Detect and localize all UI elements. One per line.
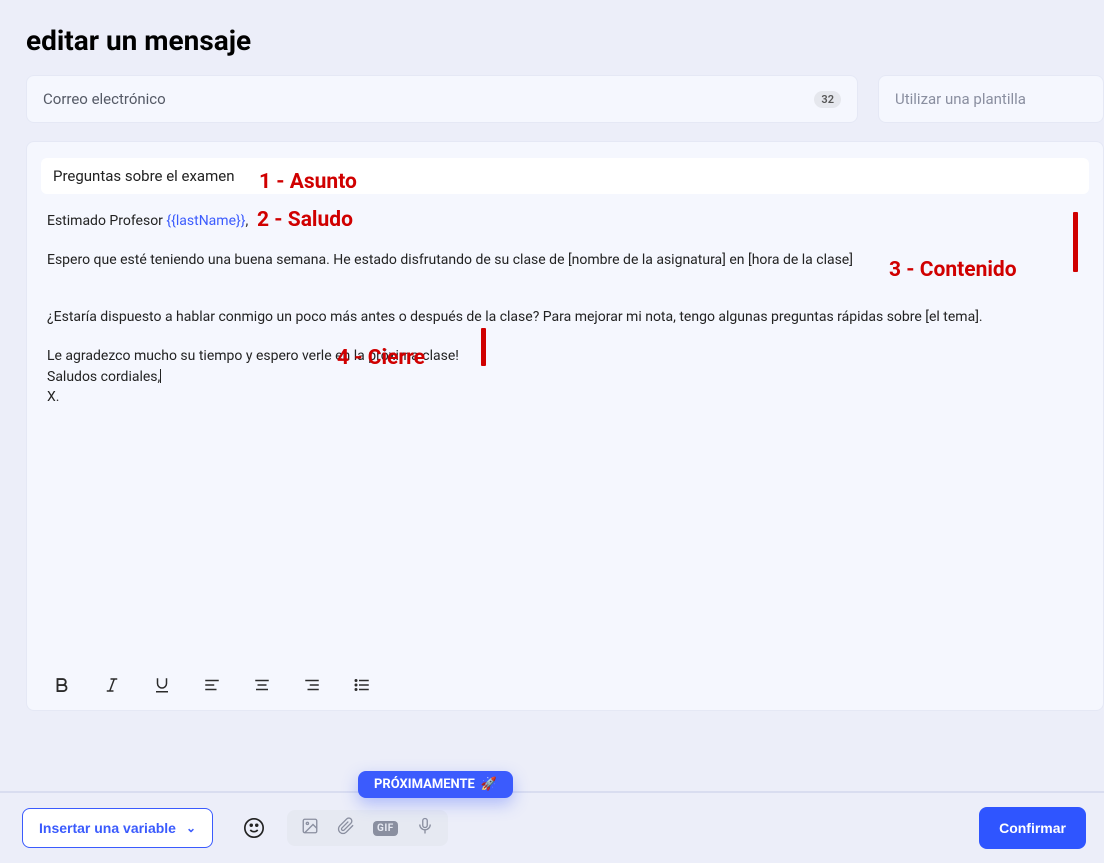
image-button[interactable]: [301, 817, 319, 839]
coming-soon-badge: PRÓXIMAMENTE 🚀: [358, 771, 513, 798]
channel-count-badge: 32: [814, 91, 841, 108]
body-line-2: ¿Estaría dispuesto a hablar conmigo un p…: [47, 308, 1083, 327]
align-center-icon: [253, 676, 271, 694]
format-toolbar: [41, 663, 1089, 700]
template-placeholder: Utilizar una plantilla: [895, 90, 1026, 108]
confirm-button[interactable]: Confirmar: [979, 807, 1086, 849]
italic-icon: [103, 676, 121, 694]
align-right-button[interactable]: [301, 674, 323, 696]
body-line-1: Espero que esté teniendo una buena seman…: [47, 251, 1083, 270]
closing-line-1: Le agradezco mucho su tiempo y espero ve…: [47, 347, 1083, 366]
header-row: Correo electrónico 32 Utilizar una plant…: [0, 75, 1104, 123]
greeting-line: Estimado Profesor {{lastName}},: [47, 212, 1083, 231]
align-right-icon: [303, 676, 321, 694]
bullet-list-button[interactable]: [351, 674, 373, 696]
paperclip-icon: [337, 817, 355, 835]
smile-icon: [243, 817, 265, 839]
subject-text: Preguntas sobre el examen: [53, 167, 234, 185]
attachment-group: GIF: [287, 810, 448, 846]
channel-select[interactable]: Correo electrónico 32: [26, 75, 858, 123]
align-left-icon: [203, 676, 221, 694]
attachment-button[interactable]: [337, 817, 355, 839]
underline-button[interactable]: [151, 674, 173, 696]
body-editor[interactable]: Estimado Profesor {{lastName}}, Espero q…: [41, 208, 1089, 663]
text-cursor: [160, 369, 161, 383]
insert-variable-button[interactable]: Insertar una variable ⌄: [22, 808, 213, 848]
closing-line-3: X.: [47, 388, 1083, 407]
audio-button[interactable]: [416, 817, 434, 839]
italic-button[interactable]: [101, 674, 123, 696]
rocket-icon: 🚀: [481, 777, 497, 792]
bold-button[interactable]: [51, 674, 73, 696]
footer-bar: PRÓXIMAMENTE 🚀 Insertar una variable ⌄ G…: [0, 791, 1104, 863]
emoji-button[interactable]: [241, 815, 267, 841]
bold-icon: [53, 676, 71, 694]
template-select[interactable]: Utilizar una plantilla: [878, 75, 1104, 123]
greeting-prefix: Estimado Profesor: [47, 213, 166, 229]
image-icon: [301, 817, 319, 835]
gif-button[interactable]: GIF: [373, 821, 398, 836]
closing-line-2: Saludos cordiales,: [47, 368, 1083, 387]
page-title: editar un mensaje: [0, 0, 1104, 75]
editor-panel: Preguntas sobre el examen Estimado Profe…: [26, 141, 1104, 711]
list-icon: [353, 676, 371, 694]
align-center-button[interactable]: [251, 674, 273, 696]
underline-icon: [153, 676, 171, 694]
closing-text-2: Saludos cordiales,: [47, 369, 160, 385]
subject-input[interactable]: Preguntas sobre el examen: [41, 158, 1089, 194]
greeting-suffix: ,: [245, 213, 248, 229]
coming-soon-text: PRÓXIMAMENTE: [374, 777, 475, 792]
align-left-button[interactable]: [201, 674, 223, 696]
chevron-down-icon: ⌄: [186, 821, 196, 835]
channel-label: Correo electrónico: [43, 90, 166, 108]
variable-token-lastname: {{lastName}}: [166, 213, 245, 229]
insert-variable-label: Insertar una variable: [39, 820, 176, 836]
microphone-icon: [416, 817, 434, 835]
